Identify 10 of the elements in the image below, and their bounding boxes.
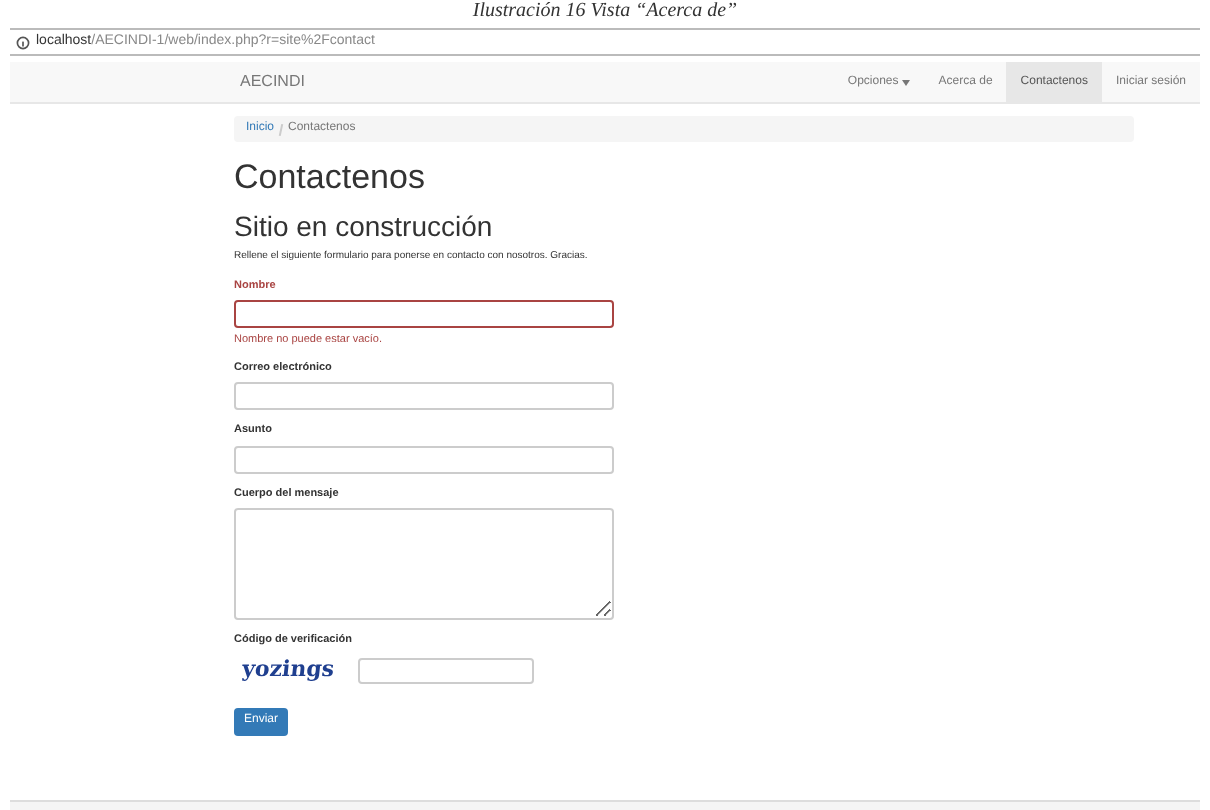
message-field[interactable] xyxy=(234,507,614,620)
captcha-image: yozings xyxy=(240,654,336,686)
captcha-field[interactable] xyxy=(358,657,535,684)
caret-icon xyxy=(902,79,911,85)
text-field[interactable] xyxy=(234,299,614,328)
info-icon xyxy=(16,35,30,49)
section-heading: Sitio en construcción xyxy=(234,210,495,242)
brand-link[interactable]: AECINDI xyxy=(240,70,305,94)
page-title: Contactenos xyxy=(234,158,427,198)
figure-caption: Ilustración 16 Vista “Acerca de” xyxy=(472,0,738,24)
